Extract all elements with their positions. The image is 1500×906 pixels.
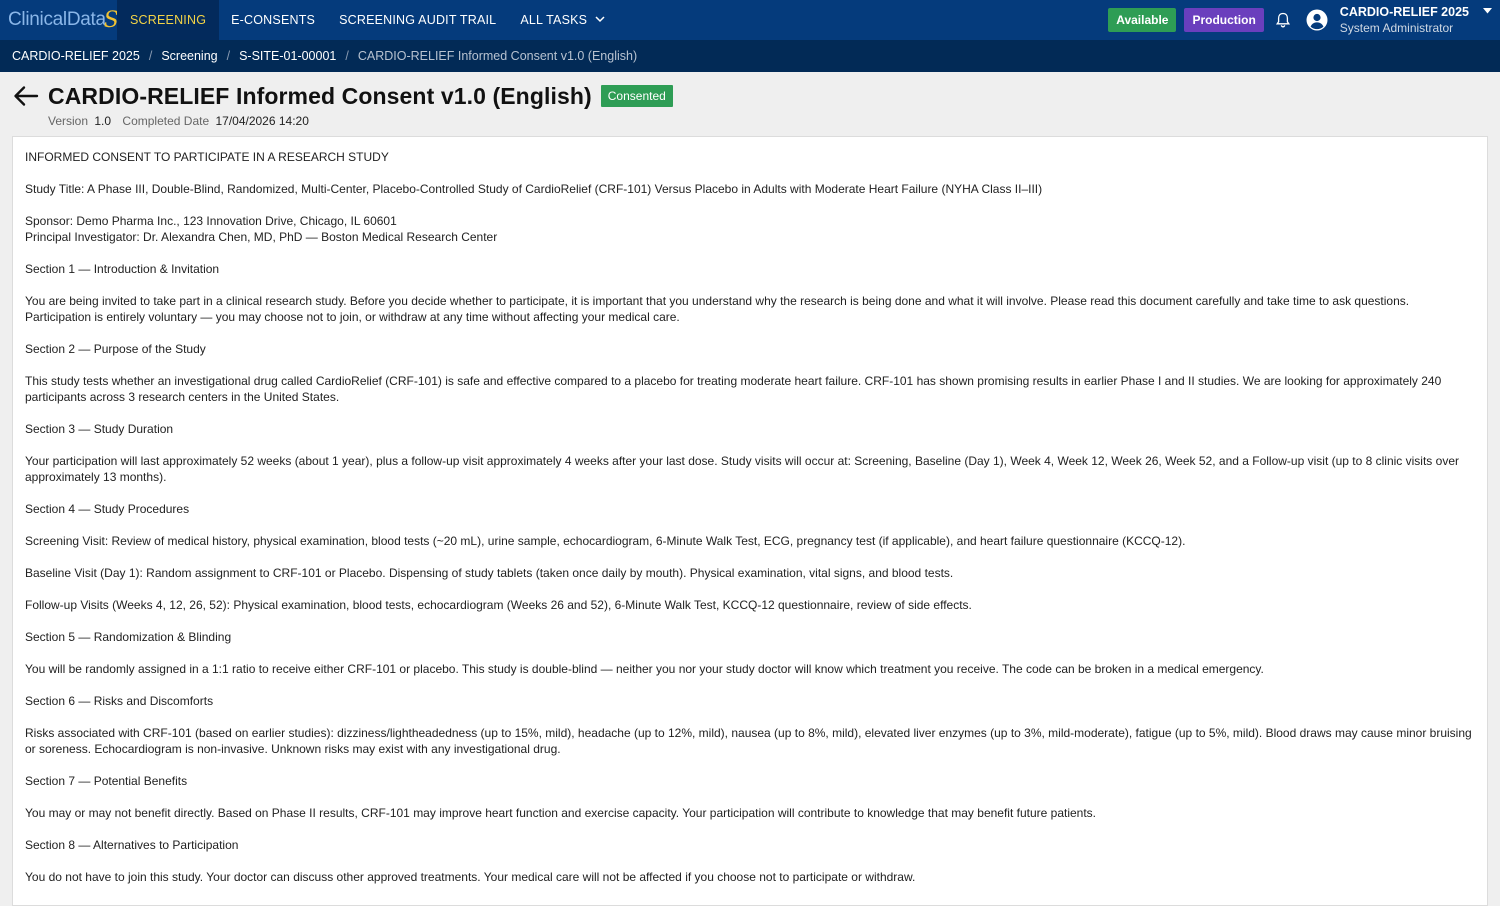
breadcrumb: CARDIO-RELIEF 2025 / Screening / S-SITE-… xyxy=(0,40,1500,72)
breadcrumb-study[interactable]: CARDIO-RELIEF 2025 xyxy=(12,49,140,63)
section-2-body: This study tests whether an investigatio… xyxy=(25,374,1442,404)
document-meta: Version 1.0 Completed Date 17/04/2026 14… xyxy=(48,114,1488,128)
sponsor: Sponsor: Demo Pharma Inc., 123 Innovatio… xyxy=(25,214,397,228)
caret-down-icon[interactable] xyxy=(1483,6,1492,17)
breadcrumb-separator: / xyxy=(148,49,153,63)
consent-document[interactable]: INFORMED CONSENT TO PARTICIPATE IN A RES… xyxy=(12,136,1488,906)
section-3-title: Section 3 — Study Duration xyxy=(25,422,174,436)
breadcrumb-separator: / xyxy=(226,49,231,63)
section-5-body: You will be randomly assigned in a 1:1 r… xyxy=(25,662,1264,676)
page-header: CARDIO-RELIEF Informed Consent v1.0 (Eng… xyxy=(0,72,1500,136)
arrow-left-icon[interactable] xyxy=(12,82,40,110)
section-4-screening: Screening Visit: Review of medical histo… xyxy=(25,534,1186,548)
section-4-followup: Follow-up Visits (Weeks 4, 12, 26, 52): … xyxy=(25,598,972,612)
section-6-body: Risks associated with CRF-101 (based on … xyxy=(25,726,1472,756)
section-1-title: Section 1 — Introduction & Invitation xyxy=(25,262,220,276)
nav-audit-trail-label: SCREENING AUDIT TRAIL xyxy=(339,13,497,27)
nav-e-consents-label: E-CONSENTS xyxy=(231,13,316,27)
nav-all-tasks-label: ALL TASKS xyxy=(520,13,588,27)
user-circle-icon[interactable] xyxy=(1306,9,1328,31)
user-role: System Administrator xyxy=(1339,20,1454,35)
breadcrumb-screening[interactable]: Screening xyxy=(161,49,217,63)
page-title: CARDIO-RELIEF Informed Consent v1.0 (Eng… xyxy=(48,82,592,109)
document-heading: INFORMED CONSENT TO PARTICIPATE IN A RES… xyxy=(25,150,389,164)
nav-screening-audit-trail[interactable]: SCREENING AUDIT TRAIL xyxy=(327,0,508,40)
top-navbar: ClinicalData S SCREENING E-CONSENTS SCREE… xyxy=(0,0,1500,40)
study-title: Study Title: A Phase III, Double-Blind, … xyxy=(25,182,1043,196)
completed-date-value: 17/04/2026 14:20 xyxy=(215,114,309,128)
bell-icon[interactable] xyxy=(1274,11,1292,29)
chevron-down-icon xyxy=(595,15,605,26)
user-menu[interactable]: CARDIO-RELIEF 2025 System Administrator xyxy=(1340,5,1469,36)
nav-e-consents[interactable]: E-CONSENTS xyxy=(219,0,327,40)
breadcrumb-current: CARDIO-RELIEF Informed Consent v1.0 (Eng… xyxy=(357,49,638,63)
section-5-title: Section 5 — Randomization & Blinding xyxy=(25,630,232,644)
section-4-title: Section 4 — Study Procedures xyxy=(25,502,190,516)
version-value: 1.0 xyxy=(94,114,112,128)
principal-investigator: Principal Investigator: Dr. Alexandra Ch… xyxy=(25,230,498,244)
nav-screening-label: SCREENING xyxy=(130,13,207,27)
current-study: CARDIO-RELIEF 2025 xyxy=(1339,4,1469,19)
nav-screening[interactable]: SCREENING xyxy=(117,0,220,40)
section-1-body: You are being invited to take part in a … xyxy=(25,294,1410,324)
section-6-title: Section 6 — Risks and Discomforts xyxy=(25,694,214,708)
section-7-body: You may or may not benefit directly. Bas… xyxy=(25,806,1097,820)
section-8-body: You do not have to join this study. Your… xyxy=(25,870,916,884)
logo-text: ClinicalData xyxy=(8,9,106,30)
nav-all-tasks[interactable]: ALL TASKS xyxy=(508,0,617,40)
section-4-baseline: Baseline Visit (Day 1): Random assignmen… xyxy=(25,566,954,580)
section-2-title: Section 2 — Purpose of the Study xyxy=(25,342,206,356)
section-7-title: Section 7 — Potential Benefits xyxy=(25,774,188,788)
environment-badge: Production xyxy=(1184,8,1264,32)
section-3-body: Your participation will last approximate… xyxy=(25,454,1459,484)
clinicaldata-logo[interactable]: ClinicalData S xyxy=(0,0,119,40)
availability-badge: Available xyxy=(1108,8,1177,32)
status-badge: Consented xyxy=(600,85,673,107)
completed-date-label: Completed Date xyxy=(122,114,210,128)
version-label: Version xyxy=(48,114,89,128)
section-8-title: Section 8 — Alternatives to Participatio… xyxy=(25,838,239,852)
breadcrumb-separator: / xyxy=(345,49,349,63)
breadcrumb-subject[interactable]: S-SITE-01-00001 xyxy=(239,49,336,63)
